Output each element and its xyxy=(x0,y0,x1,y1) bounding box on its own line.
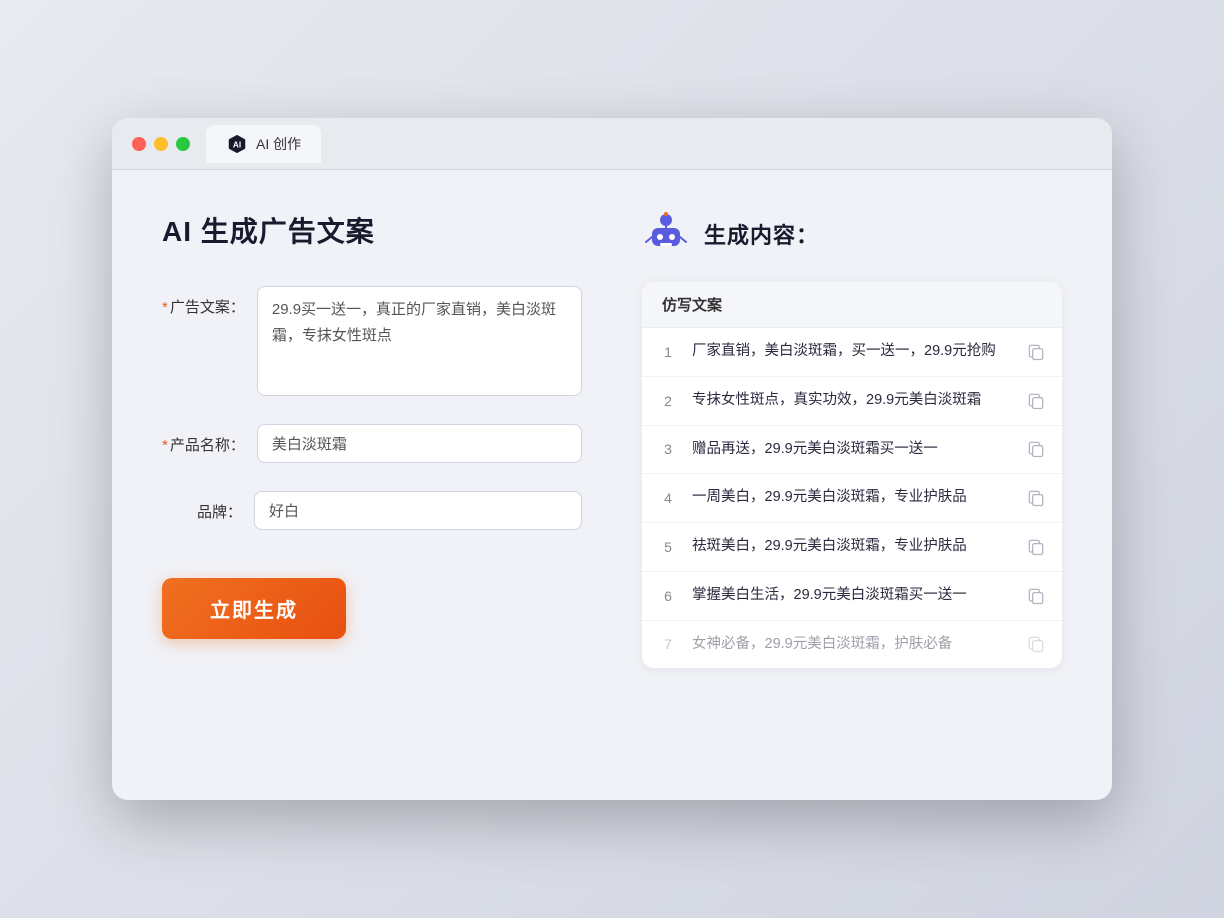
row-number: 2 xyxy=(658,393,678,409)
row-text: 赠品再送，29.9元美白淡斑霜买一送一 xyxy=(692,439,1012,461)
brand-input[interactable] xyxy=(254,491,582,530)
required-mark-ad: * xyxy=(162,299,168,316)
result-table: 仿写文案 1 厂家直销，美白淡斑霜，买一送一，29.9元抢购 2 专抹女性斑点，真实… xyxy=(642,282,1062,668)
result-table-header: 仿写文案 xyxy=(642,282,1062,328)
row-text: 女神必备，29.9元美白淡斑霜，护肤必备 xyxy=(692,634,1012,656)
result-title: 生成内容： xyxy=(704,218,819,250)
row-number: 6 xyxy=(658,588,678,604)
product-name-input[interactable] xyxy=(257,424,582,463)
required-mark-product: * xyxy=(162,437,168,454)
product-name-label: *产品名称： xyxy=(162,424,245,455)
result-row: 3 赠品再送，29.9元美白淡斑霜买一送一 xyxy=(642,426,1062,475)
result-row: 7 女神必备，29.9元美白淡斑霜，护肤必备 xyxy=(642,621,1062,669)
brand-label: 品牌： xyxy=(162,491,242,522)
traffic-lights xyxy=(132,137,190,151)
ad-copy-label: *广告文案： xyxy=(162,286,245,317)
copy-icon[interactable] xyxy=(1026,634,1046,654)
result-row: 6 掌握美白生活，29.9元美白淡斑霜买一送一 xyxy=(642,572,1062,621)
row-text: 厂家直销，美白淡斑霜，买一送一，29.9元抢购 xyxy=(692,341,1012,363)
row-number: 5 xyxy=(658,539,678,555)
copy-icon[interactable] xyxy=(1026,537,1046,557)
ai-tab[interactable]: AI AI 创作 xyxy=(206,125,321,163)
row-text: 祛斑美白，29.9元美白淡斑霜，专业护肤品 xyxy=(692,536,1012,558)
page-title: AI 生成广告文案 xyxy=(162,210,582,250)
svg-text:AI: AI xyxy=(233,140,241,149)
copy-icon[interactable] xyxy=(1026,586,1046,606)
result-header: 生成内容： xyxy=(642,210,1062,258)
generate-button[interactable]: 立即生成 xyxy=(162,578,346,639)
browser-titlebar: AI AI 创作 xyxy=(112,118,1112,170)
row-text: 一周美白，29.9元美白淡斑霜，专业护肤品 xyxy=(692,487,1012,509)
product-name-group: *产品名称： xyxy=(162,424,582,463)
robot-icon xyxy=(642,210,690,258)
result-row: 5 祛斑美白，29.9元美白淡斑霜，专业护肤品 xyxy=(642,523,1062,572)
result-row: 4 一周美白，29.9元美白淡斑霜，专业护肤品 xyxy=(642,474,1062,523)
ad-copy-input[interactable] xyxy=(257,286,582,396)
close-button[interactable] xyxy=(132,137,146,151)
minimize-button[interactable] xyxy=(154,137,168,151)
copy-icon[interactable] xyxy=(1026,488,1046,508)
copy-icon[interactable] xyxy=(1026,391,1046,411)
row-text: 掌握美白生活，29.9元美白淡斑霜买一送一 xyxy=(692,585,1012,607)
result-row: 2 专抹女性斑点，真实功效，29.9元美白淡斑霜 xyxy=(642,377,1062,426)
row-number: 7 xyxy=(658,636,678,652)
tab-label: AI 创作 xyxy=(256,134,301,154)
ai-tab-icon: AI xyxy=(226,133,248,155)
right-panel: 生成内容： 仿写文案 1 厂家直销，美白淡斑霜，买一送一，29.9元抢购 2 专抹女… xyxy=(642,210,1062,750)
left-panel: AI 生成广告文案 *广告文案： *产品名称： 品牌： 立 xyxy=(162,210,582,750)
copy-icon[interactable] xyxy=(1026,342,1046,362)
copy-icon[interactable] xyxy=(1026,439,1046,459)
row-number: 4 xyxy=(658,490,678,506)
row-number: 1 xyxy=(658,344,678,360)
ad-copy-group: *广告文案： xyxy=(162,286,582,396)
app-content: AI 生成广告文案 *广告文案： *产品名称： 品牌： 立 xyxy=(112,170,1112,800)
result-row: 1 厂家直销，美白淡斑霜，买一送一，29.9元抢购 xyxy=(642,328,1062,377)
maximize-button[interactable] xyxy=(176,137,190,151)
result-rows-container: 1 厂家直销，美白淡斑霜，买一送一，29.9元抢购 2 专抹女性斑点，真实功效，29… xyxy=(642,328,1062,668)
row-number: 3 xyxy=(658,441,678,457)
brand-group: 品牌： xyxy=(162,491,582,530)
browser-window: AI AI 创作 AI 生成广告文案 *广告文案： *产品名称： xyxy=(112,118,1112,800)
row-text: 专抹女性斑点，真实功效，29.9元美白淡斑霜 xyxy=(692,390,1012,412)
